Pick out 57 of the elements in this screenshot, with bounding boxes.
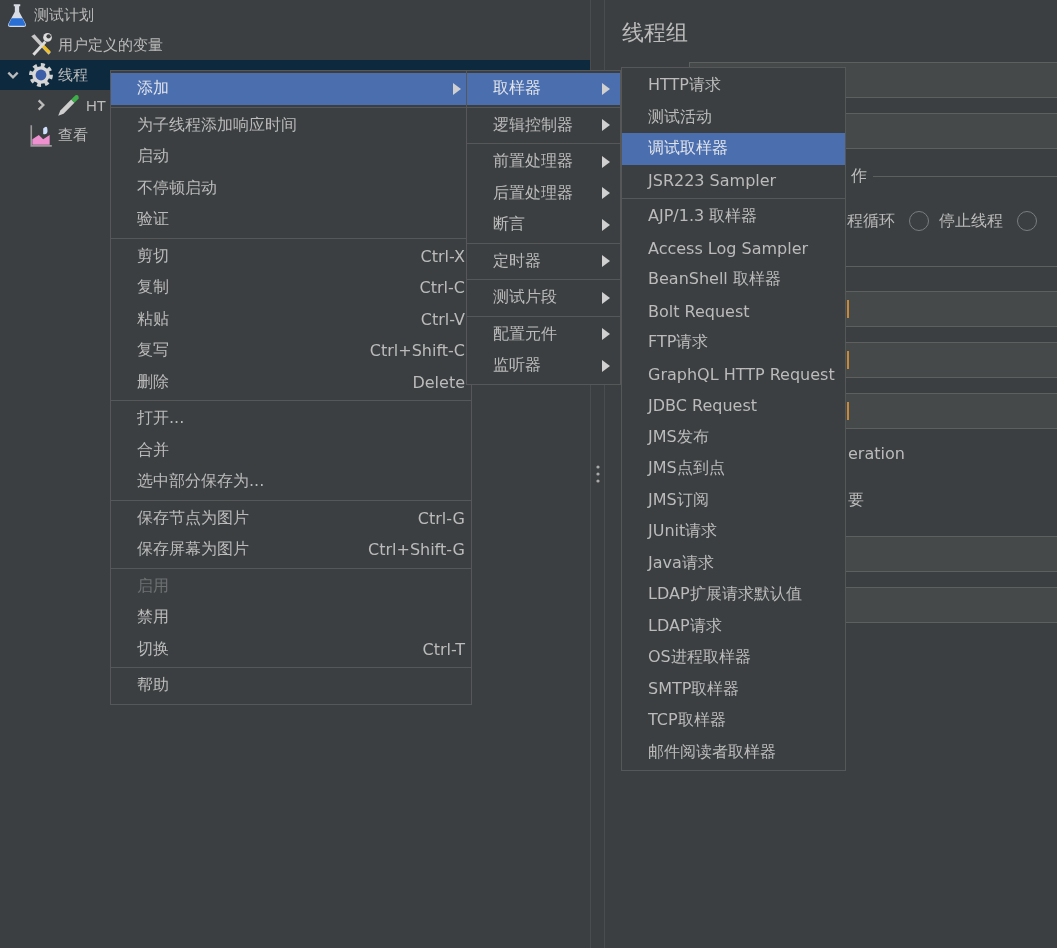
menu-item[interactable]: 调试取样器 <box>622 133 845 165</box>
tree-item[interactable]: HT <box>86 96 106 114</box>
menu-item[interactable]: JMS点到点 <box>622 453 845 485</box>
menu-item[interactable]: LDAP扩展请求默认值 <box>622 579 845 611</box>
menu-item[interactable]: JUnit请求 <box>622 516 845 548</box>
text-cursor <box>847 300 849 318</box>
menu-item[interactable]: SMTP取样器 <box>622 673 845 705</box>
menu-item[interactable]: Bolt Request <box>622 295 845 327</box>
group-title: 作 <box>851 165 867 187</box>
menu-item[interactable]: 选中部分保存为... <box>111 466 471 498</box>
panel-title: 线程组 <box>622 19 689 47</box>
menu-item[interactable]: TCP取样器 <box>622 705 845 737</box>
menu-item[interactable]: 配置元件 <box>467 318 620 350</box>
menu-item[interactable]: 监听器 <box>467 350 620 382</box>
menu-item[interactable]: Access Log Sampler <box>622 232 845 264</box>
menu-item[interactable]: 保存节点为图片 Ctrl-G <box>111 502 471 534</box>
radio-label: 停止线程 <box>939 210 1003 232</box>
menu-item[interactable]: 测试片段 <box>467 282 620 314</box>
drag-handle-icon[interactable] <box>595 465 600 483</box>
menu-item[interactable]: 保存屏幕为图片 Ctrl+Shift-G <box>111 534 471 566</box>
tree-item[interactable]: 查看 <box>58 125 88 145</box>
menu-item[interactable]: GraphQL HTTP Request <box>622 358 845 390</box>
tree-item[interactable]: 测试计划 <box>34 5 94 25</box>
menu-item[interactable]: 定时器 <box>467 245 620 277</box>
menu-item[interactable]: 测试活动 <box>622 101 845 133</box>
menu-item[interactable]: 后置处理器 <box>467 177 620 209</box>
pipette-icon <box>56 92 82 118</box>
text-cursor <box>847 402 849 420</box>
menu-item[interactable]: JDBC Request <box>622 390 845 422</box>
gear-icon <box>28 62 54 88</box>
menu-item[interactable]: 取样器 <box>467 73 620 105</box>
menu-item[interactable]: 打开... <box>111 403 471 435</box>
menu-item[interactable]: FTP请求 <box>622 327 845 359</box>
chart-icon <box>28 122 54 148</box>
menu-item[interactable]: 逻辑控制器 <box>467 109 620 141</box>
menu-item[interactable]: 前置处理器 <box>467 146 620 178</box>
menu-item[interactable]: OS进程取样器 <box>622 642 845 674</box>
menu-item[interactable]: LDAP请求 <box>622 610 845 642</box>
menu-item[interactable]: 合并 <box>111 434 471 466</box>
option-label: 要 <box>848 490 864 509</box>
tools-icon <box>28 32 54 58</box>
menu-item[interactable]: JMS发布 <box>622 421 845 453</box>
radio-label: 程循环 <box>847 210 895 232</box>
option-label: eration <box>848 444 905 463</box>
menu-item[interactable]: JSR223 Sampler <box>622 164 845 196</box>
text-cursor <box>847 351 849 369</box>
tree-item[interactable]: 用户定义的变量 <box>58 35 163 55</box>
menu-item[interactable]: BeanShell 取样器 <box>622 264 845 296</box>
menu-item[interactable]: 禁用 <box>111 602 471 634</box>
menu-item[interactable]: 切换 Ctrl-T <box>111 633 471 665</box>
menu-item[interactable]: 断言 <box>467 209 620 241</box>
menu-item[interactable]: 帮助 <box>111 670 471 702</box>
menu-item[interactable]: AJP/1.3 取样器 <box>622 201 845 233</box>
menu-item[interactable]: Java请求 <box>622 547 845 579</box>
menu-item[interactable]: 邮件阅读者取样器 <box>622 736 845 768</box>
menu-item[interactable]: HTTP请求 <box>622 70 845 102</box>
menu-item[interactable]: JMS订阅 <box>622 484 845 516</box>
